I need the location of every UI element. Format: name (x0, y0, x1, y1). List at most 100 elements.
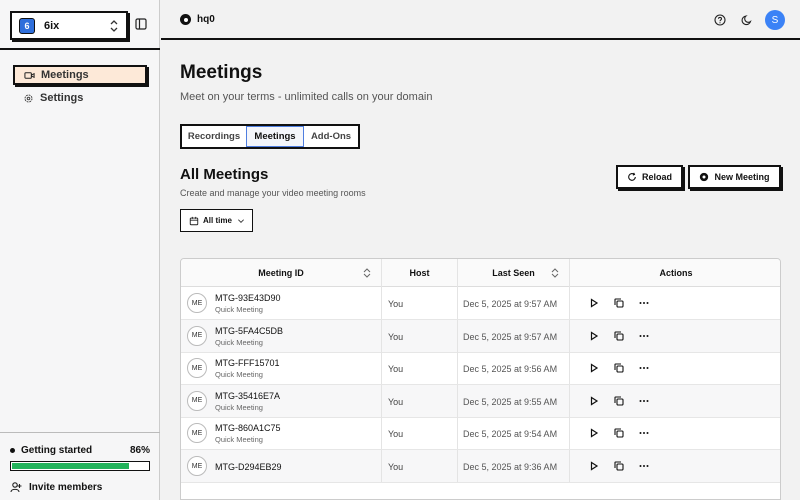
host-badge: ME (187, 423, 207, 444)
last-seen-cell: Dec 5, 2025 at 9:56 AM (458, 352, 570, 385)
record-icon (700, 172, 709, 182)
date-filter[interactable]: All time (180, 209, 253, 232)
more-icon[interactable] (639, 461, 649, 471)
top-bar: hq0 S (161, 0, 800, 40)
invite-members-label: Invite members (29, 481, 103, 493)
more-icon[interactable] (639, 298, 649, 308)
table-row[interactable]: ME MTG-5FA4C5DB Quick Meeting You Dec 5, 202… (181, 319, 780, 353)
last-seen-cell: Dec 5, 2025 at 9:36 AM (458, 450, 570, 482)
column-header-host: Host (382, 259, 458, 287)
meeting-id-cell: ME MTG-D294EB29 (181, 450, 382, 482)
tab-add-ons[interactable]: Add-Ons (304, 126, 358, 147)
meeting-id: MTG-FFF15701 (215, 358, 280, 369)
brand[interactable]: hq0 (180, 14, 215, 25)
last-seen-cell: Dec 5, 2025 at 9:55 AM (458, 384, 570, 417)
sidebar-divider (0, 48, 160, 50)
play-icon[interactable] (589, 331, 599, 341)
last-seen-cell: Dec 5, 2025 at 9:57 AM (458, 319, 570, 352)
meeting-type: Quick Meeting (215, 305, 263, 314)
tab-bar: Recordings Meetings Add-Ons (180, 124, 360, 149)
meeting-id: MTG-93E43D90 (215, 293, 281, 303)
more-icon[interactable] (639, 331, 649, 341)
workspace-badge: 6 (19, 17, 35, 34)
copy-icon[interactable] (614, 298, 624, 308)
sidebar-item-meetings[interactable]: Meetings (13, 65, 147, 85)
section-title: All Meetings (180, 166, 269, 183)
calendar-icon (189, 216, 199, 225)
play-icon[interactable] (589, 396, 599, 406)
host-cell: You (382, 319, 458, 352)
page-subtitle: Meet on your terms - unlimited calls on … (180, 91, 433, 103)
sidebar-footer: Getting started 86% Invite members (0, 432, 160, 500)
invite-members-button[interactable]: Invite members (10, 481, 102, 493)
video-icon (24, 71, 35, 79)
host-cell: You (382, 287, 458, 319)
sidebar-toggle-icon[interactable] (135, 18, 147, 30)
workspace-name: 6ix (44, 19, 60, 32)
copy-icon[interactable] (614, 331, 624, 341)
more-icon[interactable] (639, 396, 649, 406)
section-subtitle: Create and manage your video meeting roo… (180, 188, 366, 198)
gear-icon (24, 94, 33, 102)
play-icon[interactable] (589, 298, 599, 308)
more-icon[interactable] (639, 428, 649, 438)
progress-fill (12, 463, 129, 469)
bullet-icon (10, 448, 15, 453)
user-plus-icon (10, 482, 22, 493)
meeting-id-cell: ME MTG-860A1C75 Quick Meeting (181, 417, 382, 450)
more-icon[interactable] (639, 363, 649, 373)
workspace-switcher[interactable]: 6 6ix (10, 11, 128, 40)
meeting-id: MTG-5FA4C5DB (215, 325, 284, 336)
meetings-table: Meeting ID Host Last Seen Actions ME MTG-… (180, 258, 781, 500)
column-header-meeting-id[interactable]: Meeting ID (181, 259, 382, 287)
play-icon[interactable] (589, 461, 599, 471)
getting-started[interactable]: Getting started 86% (10, 445, 150, 456)
meeting-id: MTG-35416E7A (215, 390, 281, 401)
host-badge: ME (187, 456, 207, 476)
help-icon[interactable] (714, 14, 726, 26)
moon-icon[interactable] (741, 14, 753, 26)
meeting-id: MTG-860A1C75 (215, 423, 281, 434)
table-row[interactable]: ME MTG-860A1C75 Quick Meeting You Dec 5, 202… (181, 417, 780, 451)
host-cell: You (382, 417, 458, 450)
sidebar: 6 6ix Meetings Settings Getting started … (0, 0, 160, 500)
reload-button[interactable]: Reload (616, 165, 683, 189)
meeting-type: Quick Meeting (215, 402, 263, 412)
meeting-type: Quick Meeting (215, 435, 263, 445)
host-cell: You (382, 384, 458, 417)
page-title: Meetings (180, 62, 263, 83)
new-meeting-label: New Meeting (714, 172, 770, 182)
meeting-id-cell: ME MTG-93E43D90 Quick Meeting (181, 287, 382, 319)
getting-started-label: Getting started (21, 445, 93, 456)
column-header-last-seen[interactable]: Last Seen (458, 259, 570, 287)
host-badge: ME (187, 390, 207, 411)
progress-bar (10, 461, 150, 471)
play-icon[interactable] (589, 428, 599, 438)
date-filter-label: All time (203, 216, 232, 225)
table-row[interactable]: ME MTG-93E43D90 Quick Meeting You Dec 5, 202… (181, 287, 780, 320)
table-row[interactable]: ME MTG-D294EB29 You Dec 5, 2025 at 9:36 AM (181, 450, 780, 483)
last-seen-cell: Dec 5, 2025 at 9:54 AM (458, 417, 570, 450)
copy-icon[interactable] (614, 428, 624, 438)
reload-label: Reload (641, 172, 672, 182)
table-row[interactable]: ME MTG-35416E7A Quick Meeting You Dec 5, 202… (181, 384, 780, 418)
column-label: Last Seen (492, 268, 535, 278)
new-meeting-button[interactable]: New Meeting (688, 165, 781, 189)
chevrons-up-down-icon (110, 19, 118, 32)
meeting-id-cell: ME MTG-35416E7A Quick Meeting (181, 384, 382, 417)
meeting-type: Quick Meeting (215, 370, 263, 380)
copy-icon[interactable] (614, 461, 624, 471)
copy-icon[interactable] (614, 396, 624, 406)
column-label: Meeting ID (258, 268, 304, 278)
tab-meetings[interactable]: Meetings (246, 126, 304, 147)
table-row[interactable]: ME MTG-FFF15701 Quick Meeting You Dec 5, 202… (181, 352, 780, 386)
play-icon[interactable] (589, 363, 599, 373)
tab-recordings[interactable]: Recordings (182, 126, 246, 147)
host-cell: You (382, 450, 458, 482)
sidebar-item-settings[interactable]: Settings (13, 88, 147, 108)
copy-icon[interactable] (614, 363, 624, 373)
user-avatar[interactable]: S (765, 10, 785, 30)
table-header: Meeting ID Host Last Seen Actions (181, 259, 780, 287)
column-label: Host (409, 268, 430, 278)
sort-icon (551, 268, 559, 278)
